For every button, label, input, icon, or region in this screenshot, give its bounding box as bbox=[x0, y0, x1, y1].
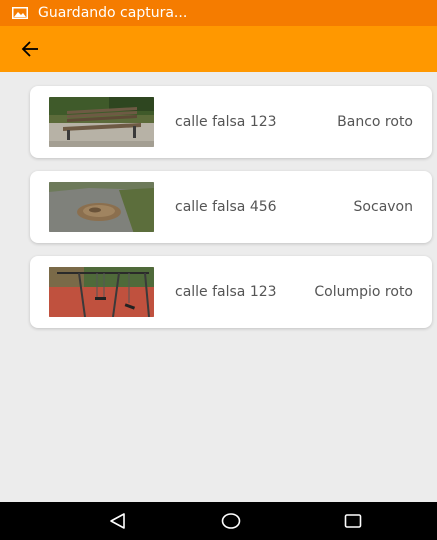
nav-back-button[interactable] bbox=[88, 502, 148, 540]
report-photo-broken-bench bbox=[49, 97, 154, 147]
nav-back-icon bbox=[110, 513, 125, 529]
report-title: Socavon bbox=[353, 199, 413, 215]
report-card[interactable]: calle falsa 123 Columpio roto bbox=[30, 256, 432, 328]
back-button[interactable] bbox=[12, 31, 48, 67]
report-address: calle falsa 123 bbox=[175, 114, 277, 130]
image-notification-icon bbox=[12, 7, 28, 19]
report-photo-broken-swing bbox=[49, 267, 154, 317]
nav-recents-icon bbox=[344, 514, 362, 528]
status-text: Guardando captura... bbox=[38, 5, 188, 21]
report-title: Columpio roto bbox=[314, 284, 413, 300]
report-card[interactable]: calle falsa 123 Banco roto bbox=[30, 86, 432, 158]
reports-list: calle falsa 123 Banco roto calle falsa 4… bbox=[30, 86, 432, 341]
status-bar: Guardando captura... bbox=[0, 0, 437, 26]
report-address: calle falsa 456 bbox=[175, 199, 277, 215]
arrow-back-icon bbox=[21, 41, 38, 57]
report-photo-pothole bbox=[49, 182, 154, 232]
app-bar bbox=[0, 26, 437, 72]
report-title: Banco roto bbox=[337, 114, 413, 130]
report-address: calle falsa 123 bbox=[175, 284, 277, 300]
nav-home-icon bbox=[221, 513, 241, 529]
screen: Guardando captura... calle falsa 123 Ban… bbox=[0, 0, 437, 540]
system-nav-bar bbox=[0, 502, 437, 540]
report-card[interactable]: calle falsa 456 Socavon bbox=[30, 171, 432, 243]
nav-home-button[interactable] bbox=[201, 502, 261, 540]
nav-recents-button[interactable] bbox=[323, 502, 383, 540]
